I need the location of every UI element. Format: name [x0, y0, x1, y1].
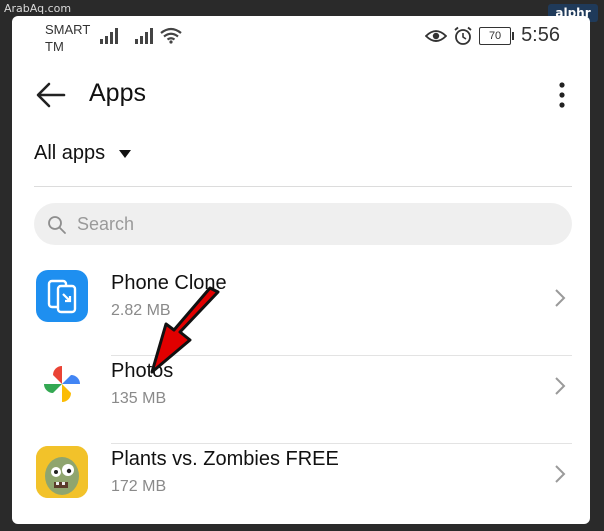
- signal-icon: [100, 28, 118, 44]
- app-filter-label: All apps: [34, 142, 106, 164]
- phone-screen: SMART TM 70 5:56 Apps All apps Search Ph…: [12, 16, 590, 524]
- annotation-arrow-icon: [150, 286, 220, 374]
- app-bar: Apps: [12, 76, 590, 116]
- status-time: 5:56: [521, 24, 560, 46]
- eye-comfort-icon: [425, 29, 448, 42]
- chevron-right-icon: [555, 465, 566, 483]
- carrier-line1: SMART: [45, 22, 91, 37]
- page-title: Apps: [89, 79, 146, 107]
- wifi-icon: [160, 27, 182, 44]
- search-input[interactable]: Search: [34, 203, 572, 245]
- zombie-icon: [36, 446, 88, 498]
- search-icon: [48, 216, 66, 234]
- dropdown-caret-icon: [119, 149, 132, 158]
- back-arrow-icon[interactable]: [36, 82, 66, 108]
- carrier-name: SMART TM: [45, 21, 90, 55]
- watermark-text: ArabAq.com: [4, 2, 72, 15]
- app-list-item-photos[interactable]: Photos 135 MB: [12, 356, 590, 444]
- app-size: 135 MB: [111, 390, 167, 407]
- app-name: Plants vs. Zombies FREE: [111, 448, 339, 470]
- status-bar: SMART TM 70 5:56: [12, 16, 590, 60]
- app-filter-dropdown[interactable]: All apps: [34, 142, 132, 165]
- divider: [34, 186, 572, 187]
- chevron-right-icon: [555, 289, 566, 307]
- app-list-item-phone-clone[interactable]: Phone Clone 2.82 MB: [12, 268, 590, 356]
- app-size: 172 MB: [111, 478, 167, 495]
- search-placeholder: Search: [77, 214, 135, 234]
- more-options-icon[interactable]: [552, 80, 572, 110]
- phone-clone-icon: [36, 270, 88, 322]
- google-photos-icon: [36, 358, 88, 410]
- chevron-right-icon: [555, 377, 566, 395]
- signal-icon: [135, 28, 153, 44]
- carrier-line2: TM: [45, 39, 64, 54]
- battery-indicator: 70: [479, 26, 515, 45]
- app-list-item-plants-vs-zombies[interactable]: Plants vs. Zombies FREE 172 MB: [12, 444, 590, 524]
- status-icons: 70 5:56: [425, 24, 560, 47]
- alarm-icon: [454, 26, 472, 45]
